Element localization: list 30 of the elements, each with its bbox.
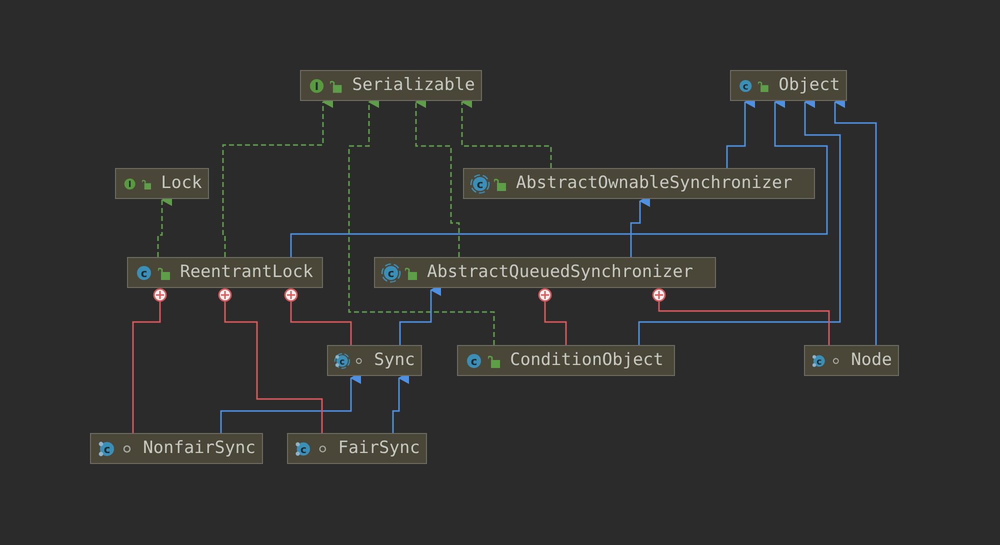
class-icon: c [134, 262, 154, 282]
class-name: ConditionObject [510, 348, 664, 372]
class-node[interactable]: c AbstractOwnableSynchronizer [463, 168, 815, 199]
class-name: Object [778, 74, 840, 97]
class-node[interactable]: c AbstractQueuedSynchronizer [374, 257, 716, 288]
class-name: Serializable [352, 74, 475, 97]
class-node[interactable]: c ReentrantLock [127, 257, 323, 288]
class-name: NonfairSync [143, 436, 256, 460]
class-name: FairSync [338, 436, 420, 460]
inner-class-connector [538, 288, 567, 345]
class-icon: c [470, 174, 490, 194]
class-name: Node [851, 348, 892, 372]
class-node[interactable]: c FairSync [287, 433, 427, 464]
class-name: ReentrantLock [180, 260, 314, 284]
class-node[interactable]: c ConditionObject [457, 345, 675, 376]
class-node[interactable]: c Sync [327, 345, 422, 376]
class-icon: c [294, 438, 313, 458]
class-icon: c [464, 350, 484, 370]
class-name: Sync [374, 348, 415, 372]
class-name: AbstractQueuedSynchronizer [427, 260, 694, 284]
interface-node[interactable]: I Serializable [300, 70, 482, 101]
class-name: Lock [161, 172, 202, 195]
class-icon: c [334, 350, 350, 370]
class-name: AbstractOwnableSynchronizer [516, 172, 792, 195]
class-node[interactable]: c Node [804, 345, 899, 376]
interface-node[interactable]: I Lock [115, 168, 209, 199]
class-node[interactable]: c NonfairSync [90, 433, 263, 464]
class-node[interactable]: c Object [730, 70, 847, 101]
class-icon: c [97, 438, 117, 458]
class-icon: c [381, 262, 401, 282]
